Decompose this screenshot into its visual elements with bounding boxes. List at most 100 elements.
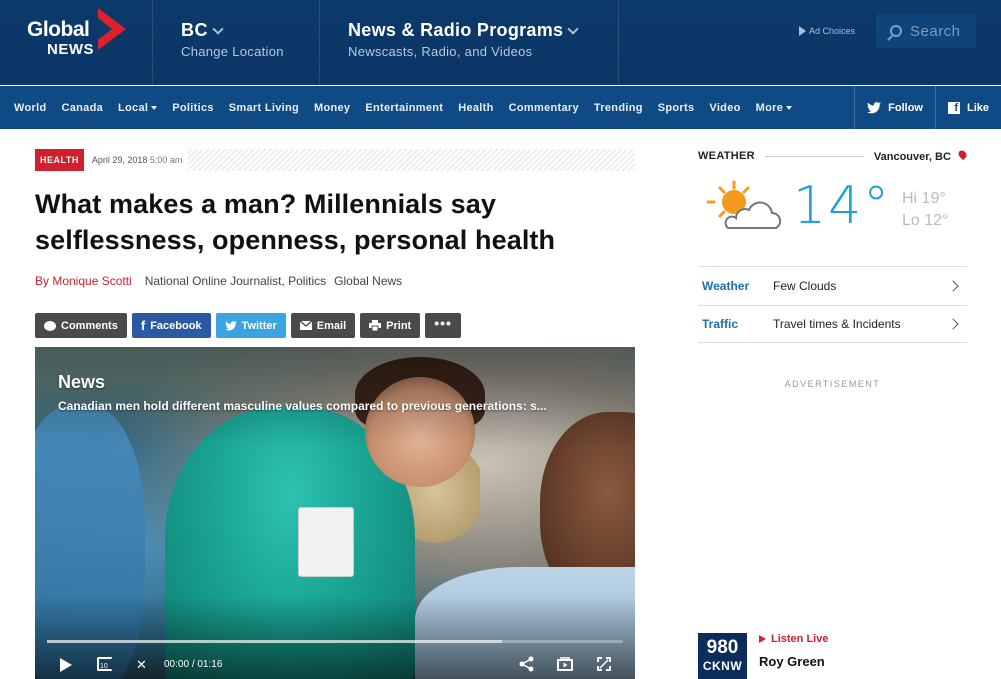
comments-label: Comments bbox=[61, 319, 118, 332]
facebook-like-button[interactable]: f Like bbox=[934, 86, 1001, 129]
weather-divider bbox=[764, 155, 864, 157]
ad-choices-icon bbox=[799, 26, 806, 36]
nav-item-more-label: More bbox=[755, 101, 784, 114]
like-label: Like bbox=[966, 101, 989, 114]
logo-bottom: NEWS bbox=[47, 41, 94, 58]
nav-item-commentary[interactable]: Commentary bbox=[509, 102, 579, 114]
weather-location[interactable]: Vancouver, BC bbox=[873, 148, 969, 163]
author-link[interactable]: By Monique Scotti bbox=[35, 274, 132, 288]
ad-choices-link[interactable]: Ad Choices bbox=[799, 26, 855, 36]
more-share-button[interactable]: ••• bbox=[425, 313, 461, 338]
category-tag[interactable]: HEALTH bbox=[35, 149, 84, 171]
chevron-right-icon bbox=[947, 279, 959, 292]
programs-title-row: News & Radio Programs bbox=[348, 20, 618, 41]
article-headline: What makes a man? Millennials say selfle… bbox=[35, 186, 635, 258]
nav-item-entertainment[interactable]: Entertainment bbox=[365, 102, 443, 114]
search-button[interactable]: Search bbox=[876, 14, 976, 48]
article-date: April 29, 2018 5:00 am bbox=[83, 149, 189, 171]
nav-item-local[interactable]: Local bbox=[118, 101, 158, 114]
share-bar: Comments f Facebook Twitter Email Print … bbox=[35, 313, 461, 338]
weather-row-key: Weather bbox=[702, 278, 750, 293]
radio-station-logo[interactable]: 980 CKNW bbox=[698, 633, 747, 679]
weather-row-traffic[interactable]: Traffic Travel times & Incidents bbox=[698, 305, 967, 343]
ad-choices-label: Ad Choices bbox=[809, 26, 856, 36]
facebook-share-button[interactable]: f Facebook bbox=[131, 313, 211, 338]
region-selector[interactable]: BC Change Location bbox=[154, 0, 320, 85]
nav-item-money[interactable]: Money bbox=[314, 102, 350, 114]
programs-menu[interactable]: News & Radio Programs Newscasts, Radio, … bbox=[321, 0, 619, 85]
current-time: 00:00 bbox=[164, 659, 190, 670]
chevron-down-icon bbox=[212, 22, 224, 35]
listen-live-link[interactable]: Listen Live bbox=[759, 633, 828, 645]
facebook-icon: f bbox=[140, 318, 146, 333]
region-subtitle: Change Location bbox=[181, 44, 284, 59]
advertisement-label: ADVERTISEMENT bbox=[784, 379, 881, 389]
nav-item-more[interactable]: More bbox=[755, 101, 793, 114]
nav-item-video[interactable]: Video bbox=[709, 102, 740, 114]
facebook-label: Facebook bbox=[150, 319, 202, 332]
play-icon[interactable] bbox=[60, 658, 72, 672]
comments-button[interactable]: Comments bbox=[35, 313, 127, 338]
share-icon[interactable] bbox=[519, 656, 535, 672]
video-timecode: 00:00 / 01:16 bbox=[164, 659, 222, 670]
search-placeholder: Search bbox=[910, 22, 961, 40]
search-icon bbox=[890, 25, 902, 37]
caret-down-icon bbox=[786, 105, 793, 110]
radio-host: Roy Green bbox=[759, 654, 825, 669]
printer-icon bbox=[369, 320, 382, 331]
nav-item-canada[interactable]: Canada bbox=[61, 102, 103, 114]
nav-item-local-label: Local bbox=[118, 101, 149, 114]
region-title: BC bbox=[181, 20, 208, 40]
fullscreen-icon[interactable] bbox=[597, 657, 611, 671]
radio-widget[interactable]: 980 CKNW Listen Live Roy Green bbox=[698, 632, 967, 679]
chevron-down-icon bbox=[567, 22, 580, 35]
twitter-icon bbox=[224, 320, 237, 330]
global-news-logo[interactable]: Global NEWS bbox=[0, 0, 153, 85]
twitter-share-button[interactable]: Twitter bbox=[215, 313, 286, 338]
radio-frequency: 980 bbox=[706, 637, 739, 658]
video-subtitle: Canadian men hold different masculine va… bbox=[58, 399, 547, 413]
email-share-button[interactable]: Email bbox=[290, 313, 356, 338]
email-label: Email bbox=[316, 319, 347, 332]
nav-item-world[interactable]: World bbox=[14, 102, 46, 114]
video-buffer-fill bbox=[47, 640, 503, 643]
low-temp: Lo 12° bbox=[902, 212, 949, 229]
nav-item-trending[interactable]: Trending bbox=[594, 102, 643, 114]
print-button[interactable]: Print bbox=[360, 313, 421, 338]
play-icon bbox=[759, 635, 766, 643]
date-text: April 29, 2018 bbox=[91, 155, 148, 165]
nav-items: World Canada Local Politics Smart Living… bbox=[0, 86, 807, 129]
more-dots-icon: ••• bbox=[434, 315, 452, 331]
headline-line-2: selflessness, openness, personal health bbox=[35, 225, 556, 255]
nav-item-politics[interactable]: Politics bbox=[172, 102, 214, 114]
article-meta: HEALTH April 29, 2018 5:00 am bbox=[35, 149, 635, 171]
hi-lo-temps: Hi 19° Lo 12° bbox=[902, 188, 948, 232]
region-title-row: BC bbox=[181, 20, 319, 41]
main-nav: World Canada Local Politics Smart Living… bbox=[0, 86, 1001, 129]
logo-top: Global bbox=[27, 18, 90, 41]
video-progress-bar[interactable] bbox=[47, 640, 623, 643]
author-outlet: Global News bbox=[334, 274, 403, 288]
weather-location-text: Vancouver, BC bbox=[873, 151, 951, 163]
radio-callsign: CKNW bbox=[702, 659, 743, 673]
partly-cloudy-icon bbox=[706, 180, 782, 229]
time-text: 5:00 am bbox=[149, 155, 183, 165]
video-overlay bbox=[35, 347, 635, 679]
replay-seconds: 10 bbox=[100, 663, 108, 670]
high-temp: Hi 19° bbox=[902, 190, 946, 207]
playlist-icon[interactable] bbox=[557, 657, 573, 671]
current-temperature: 14° bbox=[793, 176, 892, 236]
mute-icon[interactable]: ✕ bbox=[136, 658, 147, 672]
twitter-label: Twitter bbox=[241, 319, 277, 332]
nav-item-sports[interactable]: Sports bbox=[658, 102, 695, 114]
nav-item-health[interactable]: Health bbox=[458, 102, 493, 114]
logo-chevron-inner bbox=[98, 18, 112, 40]
video-controls: 10 ✕ 00:00 / 01:16 bbox=[35, 652, 635, 678]
listen-live-label: Listen Live bbox=[771, 633, 829, 645]
weather-row-conditions[interactable]: Weather Few Clouds bbox=[698, 266, 967, 304]
comment-bubble-icon bbox=[44, 320, 56, 331]
traffic-row-key: Traffic bbox=[702, 317, 739, 331]
nav-item-smart-living[interactable]: Smart Living bbox=[229, 102, 299, 114]
twitter-follow-button[interactable]: Follow bbox=[854, 86, 935, 129]
video-player[interactable]: News Canadian men hold different masculi… bbox=[35, 347, 635, 679]
